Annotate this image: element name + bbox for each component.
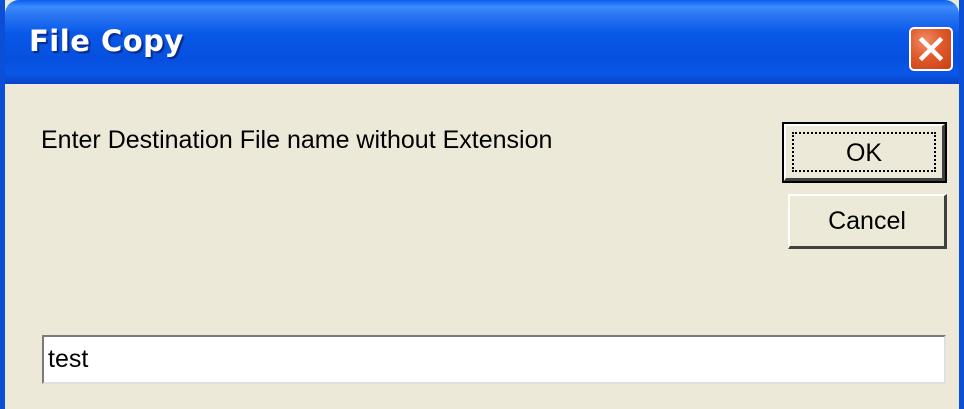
- dialog-body: Enter Destination File name without Exte…: [5, 84, 959, 409]
- title-bar[interactable]: File Copy: [5, 0, 959, 84]
- window-title: File Copy: [29, 24, 184, 58]
- close-icon: [918, 36, 944, 62]
- prompt-label: Enter Destination File name without Exte…: [41, 126, 553, 154]
- close-button[interactable]: [909, 27, 953, 71]
- file-copy-dialog: File Copy Enter Destination File name wi…: [0, 0, 964, 409]
- ok-button-label: OK: [792, 132, 936, 172]
- ok-button[interactable]: OK: [782, 122, 947, 183]
- cancel-button[interactable]: Cancel: [788, 194, 947, 249]
- destination-filename-input[interactable]: [42, 335, 946, 384]
